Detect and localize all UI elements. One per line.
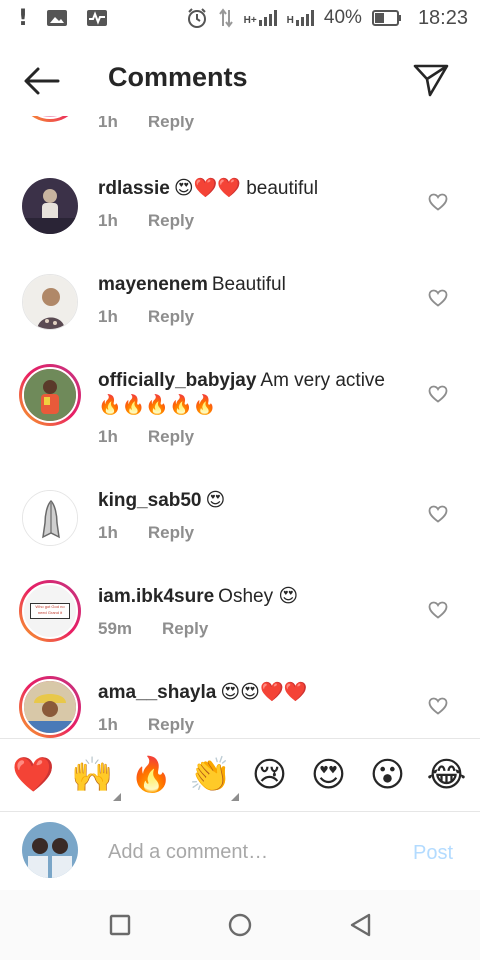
send-icon[interactable] — [412, 62, 450, 98]
reply-button[interactable]: Reply — [148, 211, 194, 231]
emoji-surprised-button[interactable]: 😮 — [364, 755, 412, 795]
signal-2-icon: H — [287, 10, 314, 26]
comment-row: rdlassie 😍❤️❤️ beautiful 1h Reply — [0, 176, 480, 272]
like-heart-icon[interactable] — [428, 385, 448, 403]
avatar-caption: Who got God no need Grand it — [30, 603, 70, 619]
comment-text: 😍 — [205, 490, 226, 511]
username[interactable]: officially_babyjay — [98, 370, 256, 391]
gallery-icon — [47, 10, 68, 26]
comment-time: 1h — [98, 427, 118, 446]
home-circle-icon[interactable] — [225, 910, 255, 940]
avatar[interactable] — [22, 490, 78, 546]
avatar[interactable]: Who got God no need Grand it — [19, 580, 81, 642]
reply-button[interactable]: Reply — [148, 715, 194, 735]
comment-text: Beautiful — [211, 274, 286, 295]
comment-row: officially_babyjay Am very active 🔥🔥🔥🔥🔥 1… — [0, 364, 480, 488]
my-avatar — [22, 822, 78, 878]
signal-1-icon: H+ — [244, 10, 277, 26]
username[interactable]: king_sab50 — [98, 490, 202, 511]
username[interactable]: ama__shayla — [98, 682, 216, 703]
like-heart-icon[interactable] — [428, 697, 448, 715]
like-heart-icon[interactable] — [428, 601, 448, 619]
comment-time: 1h — [98, 116, 118, 131]
reply-button[interactable]: Reply — [148, 116, 194, 132]
clock: 18:23 — [417, 6, 468, 29]
header: Comments — [0, 44, 480, 116]
skin-tone-indicator-icon — [230, 793, 239, 801]
avatar[interactable] — [19, 364, 81, 426]
like-heart-icon[interactable] — [428, 193, 448, 211]
battery-icon — [371, 10, 401, 26]
comment-time: 59m — [98, 619, 133, 638]
data-transfer-icon — [218, 8, 233, 28]
alert-icon: ! — [18, 5, 29, 31]
reply-button[interactable]: Reply — [148, 523, 194, 543]
page-title: Comments — [108, 62, 248, 92]
comment-input[interactable] — [108, 838, 398, 866]
avatar[interactable] — [22, 274, 78, 330]
username[interactable]: iam.ibk4sure — [98, 586, 214, 607]
comment-row: ama__shayla 😍😍❤️❤️ 1h Reply — [0, 676, 480, 738]
comment-time: 1h — [98, 715, 118, 734]
reply-button[interactable]: Reply — [148, 307, 194, 327]
avatar[interactable] — [22, 178, 78, 234]
like-heart-icon[interactable] — [428, 505, 448, 523]
emoji-laughing-button[interactable]: 😂 — [423, 755, 471, 795]
emoji-quick-bar: ❤️ 🙌 🔥 👏 😢 😍 😮 😂 — [0, 738, 480, 812]
comment-text: 😍😍❤️❤️ — [220, 682, 308, 703]
comment-row: Who got God no need Grand it iam.ibk4sur… — [0, 580, 480, 680]
alarm-icon — [187, 8, 206, 28]
comment-time: 1h — [98, 307, 118, 326]
system-nav-bar — [0, 890, 480, 960]
comment-list[interactable]: 1h Reply rdlassie 😍❤️❤️ beautiful 1h Repl… — [0, 116, 480, 738]
skin-tone-indicator-icon — [112, 793, 121, 801]
emoji-heart-eyes-button[interactable]: 😍 — [305, 755, 353, 795]
avatar[interactable] — [19, 116, 81, 122]
emoji-raising-hands-button[interactable]: 🙌 — [69, 755, 121, 801]
activity-icon — [87, 10, 108, 26]
username[interactable]: rdlassie — [98, 178, 170, 199]
back-arrow-icon[interactable] — [22, 66, 62, 96]
emoji-fire-button[interactable]: 🔥 — [128, 755, 176, 795]
list-item-partial: 1h Reply — [0, 116, 480, 136]
emoji-clapping-button[interactable]: 👏 — [187, 755, 239, 801]
username[interactable]: mayenenem — [98, 274, 208, 295]
avatar[interactable] — [19, 676, 81, 738]
reply-button[interactable]: Reply — [162, 619, 208, 639]
comment-row: mayenenem Beautiful 1h Reply — [0, 272, 480, 368]
emoji-heart-button[interactable]: ❤️ — [10, 755, 58, 795]
comment-composer: Post — [0, 812, 480, 890]
status-bar: ! H+ H 40% 18:23 — [0, 0, 480, 36]
comment-text: Oshey 😍 — [218, 586, 299, 607]
comment-time: 1h — [98, 211, 118, 230]
back-triangle-icon[interactable] — [345, 910, 375, 940]
emoji-crying-button[interactable]: 😢 — [246, 755, 294, 795]
recents-square-icon[interactable] — [105, 910, 135, 940]
post-button[interactable]: Post — [413, 842, 453, 865]
battery-percent: 40% — [323, 7, 362, 28]
comment-text: 😍❤️❤️ beautiful — [173, 178, 319, 199]
comment-time: 1h — [98, 523, 118, 542]
like-heart-icon[interactable] — [428, 289, 448, 307]
comment-row: king_sab50 😍 1h Reply — [0, 488, 480, 584]
reply-button[interactable]: Reply — [148, 427, 194, 447]
